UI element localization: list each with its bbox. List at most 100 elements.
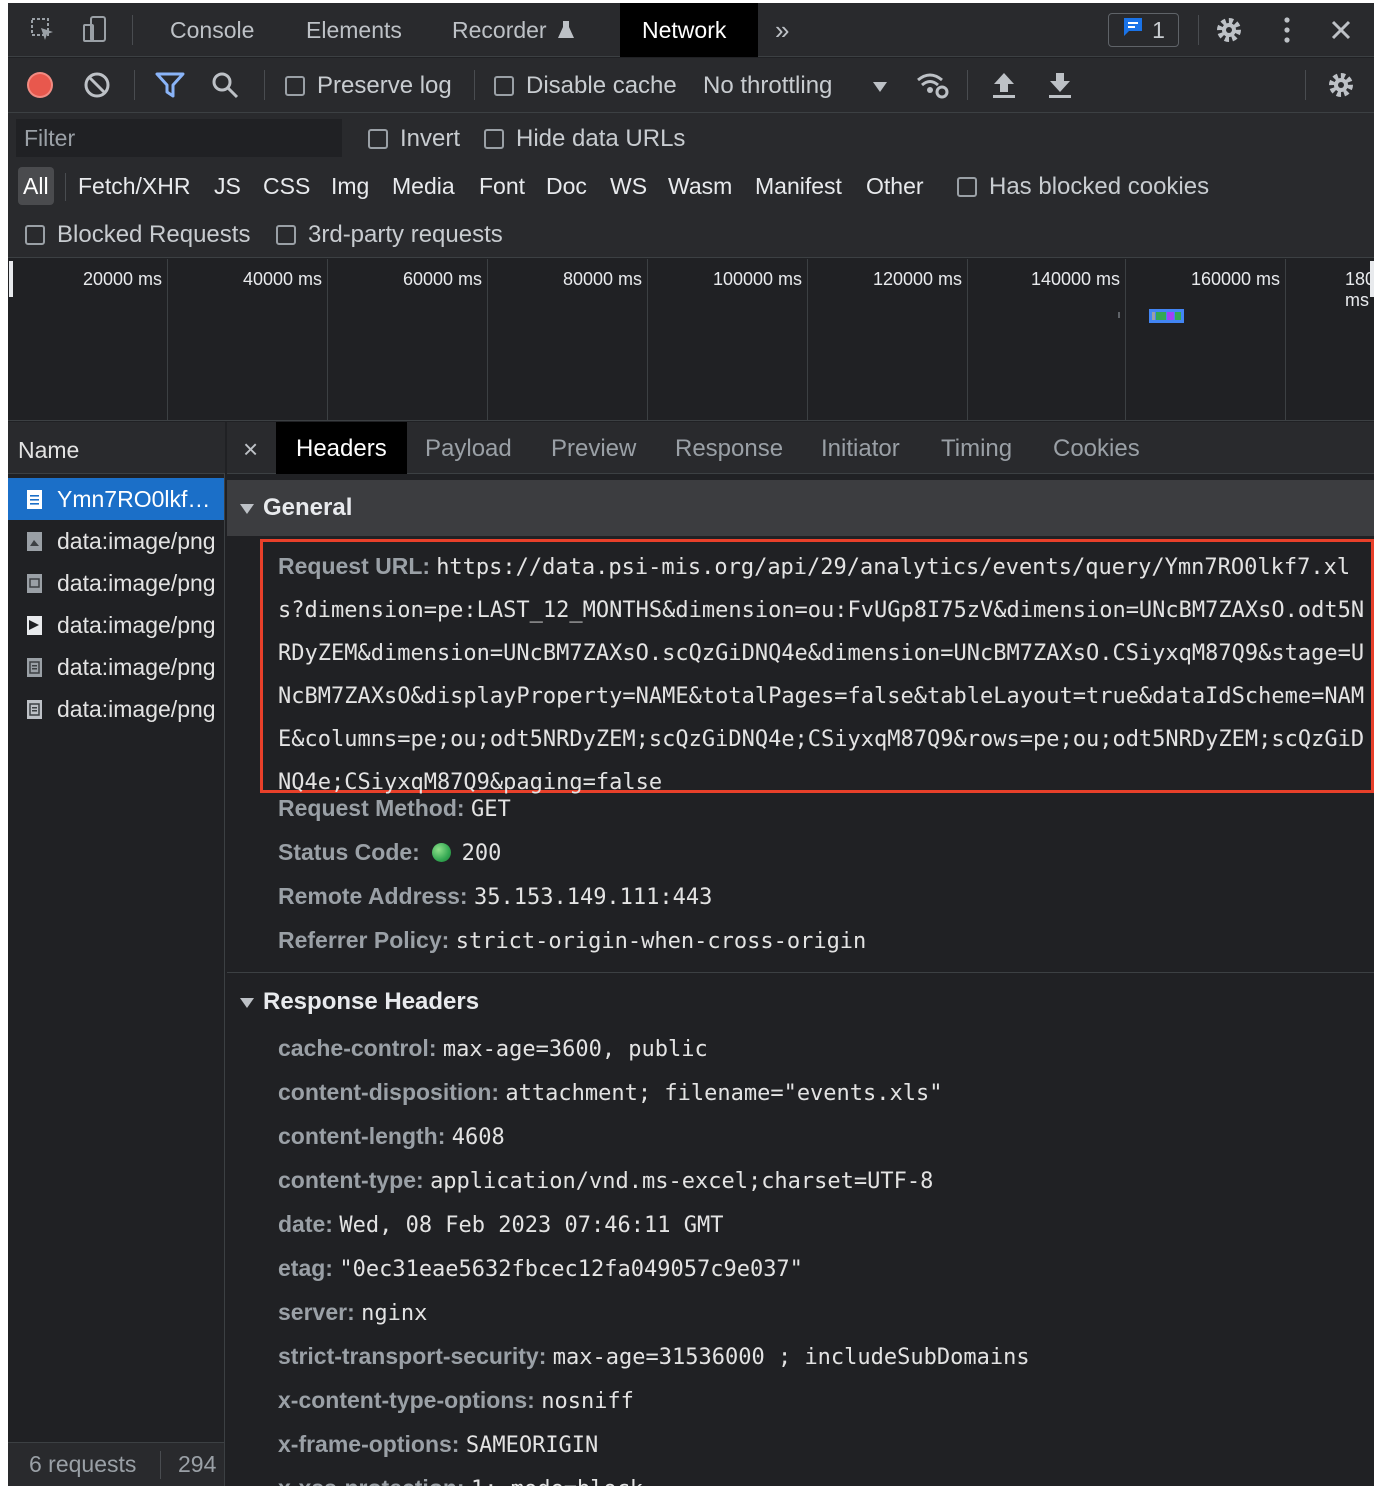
- type-filter-wasm[interactable]: Wasm: [663, 167, 737, 205]
- tab-timing[interactable]: Timing: [921, 422, 1032, 474]
- type-filter-all[interactable]: All: [18, 167, 54, 205]
- tab-response[interactable]: Response: [655, 422, 803, 474]
- type-filter-manifest[interactable]: Manifest: [750, 167, 847, 205]
- request-row[interactable]: data:image/png: [8, 604, 224, 646]
- invert-checkbox[interactable]: Invert: [368, 125, 460, 153]
- filter-separator: [65, 173, 66, 201]
- search-icon[interactable]: [210, 70, 240, 100]
- header-value[interactable]: SAMEORIGIN: [466, 1433, 598, 1458]
- tab-network[interactable]: Network: [620, 3, 758, 57]
- issues-counter-button[interactable]: 1: [1108, 13, 1179, 47]
- blocked-requests-checkbox[interactable]: Blocked Requests: [25, 221, 250, 249]
- tab-elements[interactable]: Elements: [284, 3, 424, 57]
- type-filter-label: Manifest: [755, 173, 842, 199]
- settings-icon[interactable]: [1214, 15, 1244, 45]
- blocked-requests-box[interactable]: [25, 225, 45, 245]
- tab-initiator-label: Initiator: [821, 435, 900, 462]
- tab-payload[interactable]: Payload: [405, 422, 532, 474]
- hide-data-urls-box[interactable]: [484, 129, 504, 149]
- header-value[interactable]: attachment; filename="events.xls": [505, 1081, 942, 1106]
- clear-icon[interactable]: [82, 70, 112, 100]
- invert-box[interactable]: [368, 129, 388, 149]
- request-row[interactable]: data:image/png: [8, 520, 224, 562]
- tab-headers[interactable]: Headers: [276, 422, 407, 474]
- type-filter-label: Img: [331, 173, 370, 199]
- type-filter-label: JS: [214, 173, 241, 199]
- export-har-icon[interactable]: [1045, 70, 1075, 100]
- tab-payload-label: Payload: [425, 435, 512, 462]
- network-overview[interactable]: 20000 ms 40000 ms 60000 ms 80000 ms 1000…: [8, 259, 1374, 421]
- response-header-row: x-frame-options: SAMEORIGIN: [278, 1431, 598, 1458]
- tab-response-label: Response: [675, 435, 784, 462]
- type-filter-css[interactable]: CSS: [258, 167, 315, 205]
- device-toggle-icon[interactable]: [80, 15, 110, 45]
- preserve-log-checkbox[interactable]: Preserve log: [285, 72, 452, 100]
- type-filter-doc[interactable]: Doc: [541, 167, 592, 205]
- has-blocked-cookies-box[interactable]: [957, 177, 977, 197]
- header-value[interactable]: 35.153.149.111:443: [474, 885, 712, 910]
- close-details-icon[interactable]: ×: [235, 422, 266, 474]
- header-key: x-frame-options:: [278, 1431, 460, 1457]
- preserve-log-box[interactable]: [285, 76, 305, 96]
- filter-icon[interactable]: [155, 70, 185, 100]
- header-value[interactable]: "0ec31eae5632fbcec12fa049057c9e037": [339, 1257, 803, 1282]
- more-tabs-icon[interactable]: »: [753, 3, 811, 57]
- header-value[interactable]: nginx: [361, 1301, 427, 1326]
- overview-tick-label: 120000 ms: [872, 269, 962, 289]
- header-value[interactable]: 4608: [452, 1125, 505, 1150]
- record-icon[interactable]: [25, 70, 55, 100]
- type-filter-other[interactable]: Other: [861, 167, 929, 205]
- header-value[interactable]: GET: [471, 797, 511, 822]
- header-value[interactable]: 1; mode=block: [471, 1477, 643, 1486]
- type-filter-font[interactable]: Font: [474, 167, 530, 205]
- tab-preview[interactable]: Preview: [531, 422, 656, 474]
- hide-data-urls-checkbox[interactable]: Hide data URLs: [484, 125, 685, 153]
- type-filter-fetch-xhr[interactable]: Fetch/XHR: [73, 167, 195, 205]
- tab-initiator[interactable]: Initiator: [801, 422, 920, 474]
- response-headers-section-header[interactable]: Response Headers: [227, 974, 1374, 1030]
- header-value[interactable]: max-age=3600, public: [443, 1037, 708, 1062]
- request-row[interactable]: data:image/png: [8, 688, 224, 730]
- type-filter-js[interactable]: JS: [209, 167, 246, 205]
- toolbar-separator: [474, 70, 475, 100]
- overview-bar-segment: [1152, 312, 1155, 320]
- header-value[interactable]: 200: [462, 841, 502, 866]
- inspect-icon[interactable]: [28, 15, 58, 45]
- header-key: Status Code:: [278, 839, 420, 865]
- disable-cache-checkbox[interactable]: Disable cache: [494, 72, 677, 100]
- tab-cookies[interactable]: Cookies: [1033, 422, 1160, 474]
- request-row[interactable]: data:image/png: [8, 562, 224, 604]
- type-filter-label: Media: [392, 173, 455, 199]
- name-column-header[interactable]: Name: [8, 422, 225, 474]
- third-party-checkbox[interactable]: 3rd-party requests: [276, 221, 503, 249]
- header-value[interactable]: max-age=31536000 ; includeSubDomains: [553, 1345, 1030, 1370]
- overview-tick-label: 60000 ms: [402, 269, 482, 289]
- tab-console[interactable]: Console: [148, 3, 276, 57]
- header-value[interactable]: nosniff: [541, 1389, 634, 1414]
- network-settings-icon[interactable]: [1326, 70, 1356, 100]
- tab-recorder[interactable]: Recorder: [430, 3, 597, 57]
- request-row[interactable]: Ymn7RO0lkf7.xls: [8, 478, 224, 520]
- type-filter-media[interactable]: Media: [387, 167, 460, 205]
- network-conditions-icon[interactable]: [914, 70, 950, 100]
- filter-input[interactable]: [16, 119, 342, 157]
- header-key: server:: [278, 1299, 355, 1325]
- type-filter-img[interactable]: Img: [326, 167, 374, 205]
- header-value[interactable]: application/vnd.ms-excel;charset=UTF-8: [430, 1169, 933, 1194]
- header-value[interactable]: strict-origin-when-cross-origin: [456, 929, 867, 954]
- network-toolbar: Preserve log Disable cache No throttling: [8, 58, 1374, 113]
- type-filter-ws[interactable]: WS: [605, 167, 652, 205]
- general-section-header[interactable]: General: [227, 480, 1374, 536]
- header-value[interactable]: Wed, 08 Feb 2023 07:46:11 GMT: [339, 1213, 723, 1238]
- disable-cache-box[interactable]: [494, 76, 514, 96]
- third-party-box[interactable]: [276, 225, 296, 245]
- import-har-icon[interactable]: [989, 70, 1019, 100]
- throttling-select[interactable]: No throttling: [703, 72, 888, 100]
- request-url-value[interactable]: https://data.psi-mis.org/api/29/analytic…: [278, 555, 1364, 795]
- request-row[interactable]: data:image/png: [8, 646, 224, 688]
- has-blocked-cookies-checkbox[interactable]: Has blocked cookies: [957, 173, 1209, 201]
- close-devtools-icon[interactable]: [1326, 15, 1356, 45]
- overview-window-handle-right[interactable]: [1370, 261, 1374, 297]
- kebab-menu-icon[interactable]: [1272, 15, 1302, 45]
- status-dot-icon: [432, 843, 452, 862]
